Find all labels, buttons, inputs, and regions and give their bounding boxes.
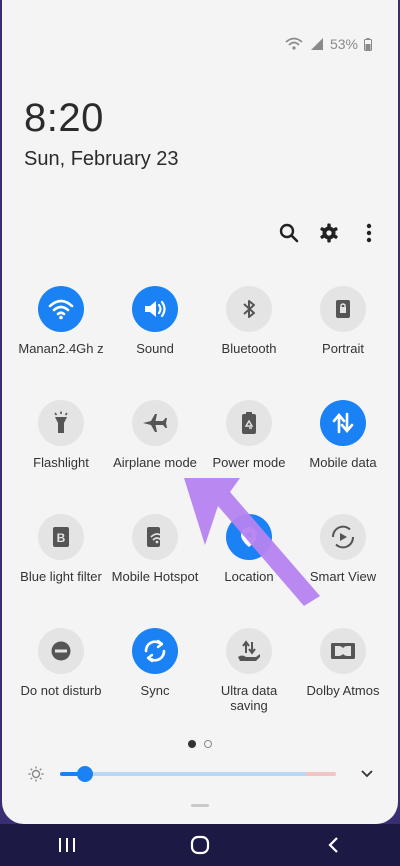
quick-tile-blue-light-filter[interactable]: B Blue light filter [14, 514, 108, 606]
tile-label: Flashlight [33, 455, 89, 470]
minus-circle-icon [50, 640, 72, 662]
tile-label: Mobile data [309, 455, 377, 470]
quick-tile-do-not-disturb[interactable]: Do not disturb [14, 628, 108, 720]
hotspot-icon [145, 526, 165, 548]
quick-tiles-grid: Manan2.4Gh z Sound Bluetooth Portrait Flashl… [2, 286, 398, 720]
data-arrows-icon [331, 412, 355, 434]
quick-tile-sound[interactable]: Sound [108, 286, 202, 378]
tile-label: Airplane mode [113, 455, 197, 470]
tile-label: Sound [136, 341, 174, 356]
panel-drag-handle[interactable] [191, 804, 209, 807]
svg-text:B: B [57, 531, 66, 545]
tile-label: Sync [140, 683, 170, 698]
quick-tile-airplane-mode[interactable]: Airplane mode [108, 400, 202, 492]
quick-tile-ultra-data-saving[interactable]: Ultra data saving [202, 628, 296, 720]
quick-tile-power-mode[interactable]: Power mode [202, 400, 296, 492]
speaker-icon [142, 298, 168, 320]
chevron-down-icon[interactable] [360, 766, 374, 787]
quick-tile-flashlight[interactable]: Flashlight [14, 400, 108, 492]
quick-tile-sync[interactable]: Sync [108, 628, 202, 720]
tile-toggle-button[interactable] [132, 286, 178, 332]
tile-toggle-button[interactable] [38, 628, 84, 674]
tile-label: Blue light filter [20, 569, 102, 584]
brightness-sun-icon [28, 766, 44, 787]
clock-date: Sun, February 23 [24, 148, 179, 170]
quick-tile-manan2-4gh-z[interactable]: Manan2.4Gh z [14, 286, 108, 378]
blue-light-icon: B [52, 526, 70, 548]
airplane-icon [142, 412, 168, 434]
flashlight-icon [51, 411, 71, 435]
tile-label: Portrait [322, 341, 364, 356]
home-icon[interactable] [170, 824, 230, 866]
gear-icon[interactable] [318, 220, 340, 246]
navigation-bar [0, 824, 400, 866]
tile-toggle-button[interactable] [132, 400, 178, 446]
quick-tile-portrait[interactable]: Portrait [296, 286, 390, 378]
tile-toggle-button[interactable] [226, 400, 272, 446]
quick-tile-mobile-hotspot[interactable]: Mobile Hotspot [108, 514, 202, 606]
location-icon [239, 525, 259, 549]
quick-tile-smart-view[interactable]: Smart View [296, 514, 390, 606]
tile-label: Smart View [309, 569, 377, 584]
tile-toggle-button[interactable] [132, 628, 178, 674]
wifi-icon [48, 298, 74, 320]
signal-icon [310, 37, 324, 51]
tile-toggle-button[interactable] [226, 514, 272, 560]
tile-label: Do not disturb [20, 683, 102, 698]
search-icon[interactable] [278, 220, 300, 246]
data-saving-icon [236, 639, 262, 663]
tile-toggle-button[interactable] [38, 400, 84, 446]
bluetooth-icon [241, 297, 257, 321]
tile-toggle-button[interactable] [320, 628, 366, 674]
quick-settings-panel: 53% 8:20 Sun, February 23 Manan2.4Gh z So… [2, 0, 398, 824]
quick-tile-mobile-data[interactable]: Mobile data [296, 400, 390, 492]
tile-toggle-button[interactable] [226, 286, 272, 332]
tile-toggle-button[interactable] [132, 514, 178, 560]
page-dot[interactable] [188, 740, 196, 748]
page-indicator [2, 740, 398, 748]
panel-toolbar [278, 220, 380, 246]
battery-text: 53% [329, 36, 358, 52]
brightness-thumb[interactable] [76, 766, 93, 782]
tile-toggle-button[interactable] [320, 286, 366, 332]
quick-tile-location[interactable]: Location [202, 514, 296, 606]
tile-toggle-button[interactable] [320, 514, 366, 560]
sync-icon [142, 638, 168, 664]
tile-label: Power mode [212, 455, 286, 470]
tile-label: Mobile Hotspot [111, 569, 199, 584]
tile-toggle-button[interactable] [38, 286, 84, 332]
recent-apps-icon[interactable] [37, 824, 97, 866]
tile-label: Manan2.4Gh z [18, 341, 104, 356]
tile-toggle-button[interactable] [320, 400, 366, 446]
tile-label: Dolby Atmos [306, 683, 380, 698]
tile-label: Location [224, 569, 274, 584]
tile-label: Bluetooth [221, 341, 277, 356]
tile-toggle-button[interactable]: B [38, 514, 84, 560]
smart-view-icon [330, 525, 356, 549]
more-vertical-icon[interactable] [358, 220, 380, 246]
dolby-icon [330, 641, 356, 661]
rotation-lock-icon [333, 298, 353, 320]
battery-icon [364, 37, 372, 51]
page-dot[interactable] [204, 740, 212, 748]
wifi-calling-icon [284, 37, 304, 51]
back-icon[interactable] [303, 824, 363, 866]
quick-tile-bluetooth[interactable]: Bluetooth [202, 286, 296, 378]
status-bar: 53% [284, 36, 372, 52]
battery-recycle-icon [240, 411, 258, 435]
brightness-bar [2, 762, 398, 788]
quick-tile-dolby-atmos[interactable]: Dolby Atmos [296, 628, 390, 720]
tile-label: Ultra data saving [220, 683, 278, 713]
tile-toggle-button[interactable] [226, 628, 272, 674]
clock-time: 8:20 [24, 96, 104, 140]
brightness-track[interactable] [60, 772, 336, 776]
